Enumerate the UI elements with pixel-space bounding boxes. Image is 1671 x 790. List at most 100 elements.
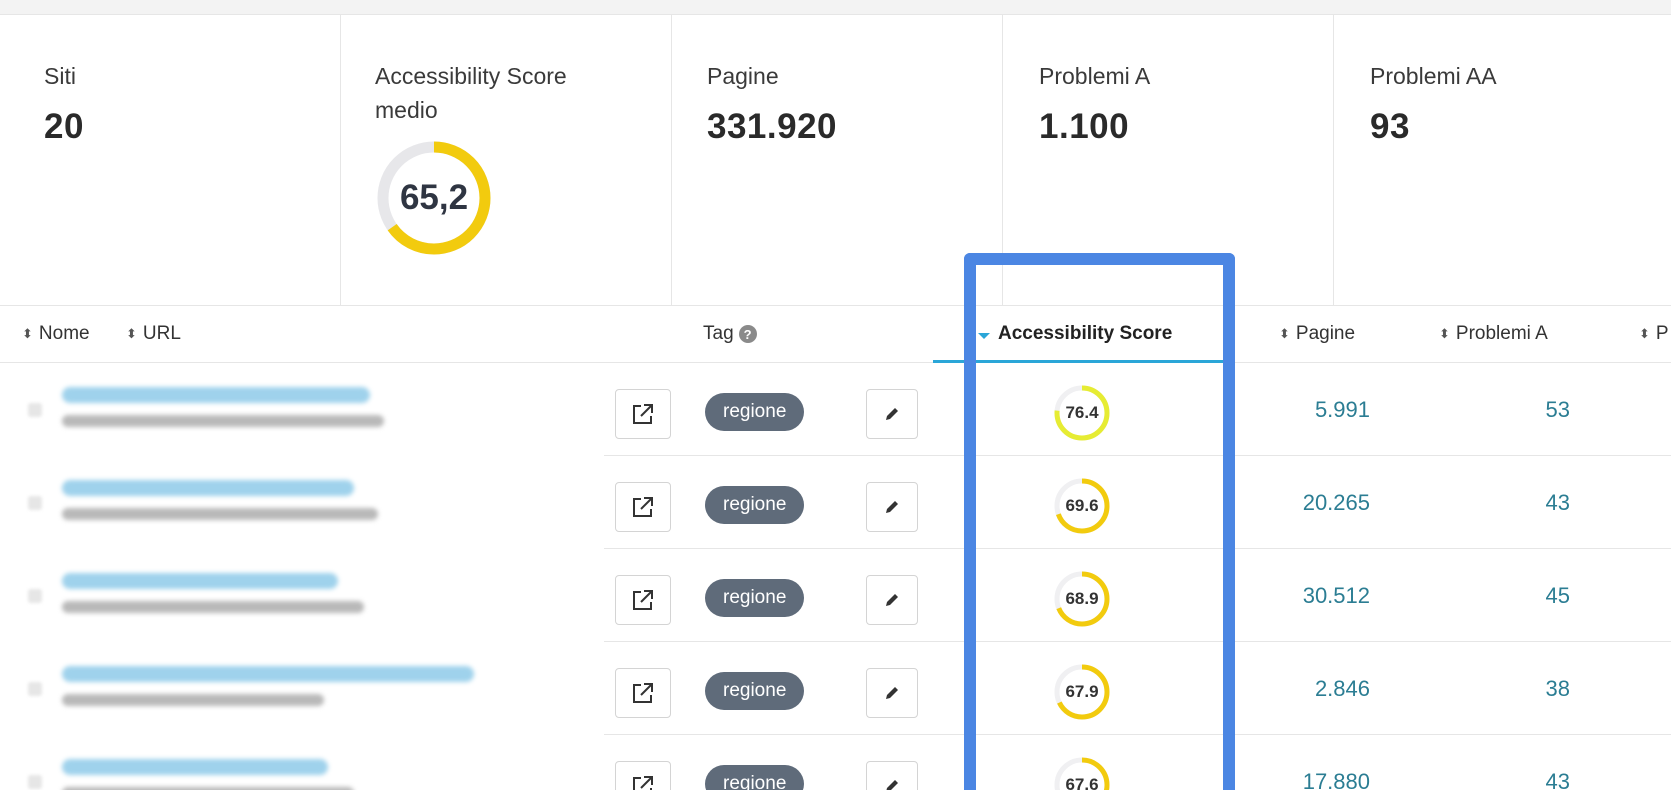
external-link-icon <box>633 683 653 703</box>
site-url-blurred <box>62 508 378 520</box>
column-header-accessibility-score[interactable]: Accessibility Score <box>978 306 1172 362</box>
pencil-icon <box>886 594 898 606</box>
row-checkbox[interactable] <box>28 682 42 696</box>
external-link-icon <box>633 776 653 790</box>
stat-label: Problemi AA <box>1370 63 1497 89</box>
pencil-icon <box>886 780 898 790</box>
site-url-blurred <box>62 694 324 706</box>
edit-tag-button[interactable] <box>866 761 918 790</box>
column-label: Accessibility Score <box>998 323 1173 344</box>
site-name-link-blurred[interactable] <box>62 666 474 682</box>
table-row[interactable]: regione 76.4 5.991 53 <box>0 363 1671 456</box>
problemi-a-link[interactable]: 38 <box>1490 642 1570 735</box>
stat-value: 20 <box>44 107 84 146</box>
stat-label: Pagine <box>707 63 779 89</box>
pencil-icon <box>886 501 898 513</box>
sort-desc-icon <box>978 332 990 339</box>
sort-icon: ⬍ <box>1639 326 1650 341</box>
edit-tag-button[interactable] <box>866 575 918 625</box>
table-row[interactable]: regione 69.6 20.265 43 <box>0 456 1671 549</box>
site-name-link-blurred[interactable] <box>62 480 354 496</box>
column-label: Nome <box>38 323 90 344</box>
column-label: Tag <box>703 323 734 344</box>
tag-badge[interactable]: regione <box>705 486 805 524</box>
site-url-blurred <box>62 601 364 613</box>
row-checkbox[interactable] <box>28 589 42 603</box>
row-checkbox[interactable] <box>28 496 42 510</box>
score-value: 69.6 <box>1065 496 1099 515</box>
site-name-link-blurred[interactable] <box>62 759 328 775</box>
stat-label: Accessibility Score medio <box>375 63 567 123</box>
column-label: Pagine <box>1295 323 1356 344</box>
pencil-icon <box>886 408 898 420</box>
problemi-a-link[interactable]: 53 <box>1490 363 1570 456</box>
open-site-button[interactable] <box>615 389 671 439</box>
stat-value: 93 <box>1370 107 1410 146</box>
column-header-truncated[interactable]: ⬍ P <box>1639 306 1669 362</box>
stats-panel: Siti 20 Accessibility Score medio Pagine… <box>0 14 1671 305</box>
table-row[interactable]: regione 67.6 17.880 43 <box>0 735 1671 790</box>
problemi-a-link[interactable]: 43 <box>1490 735 1570 790</box>
edit-tag-button[interactable] <box>866 482 918 532</box>
open-site-button[interactable] <box>615 668 671 718</box>
question-circle-icon[interactable]: ? <box>738 325 757 343</box>
column-label: Problemi A <box>1455 323 1548 344</box>
stat-problemi-aa: Problemi AA 93 <box>1334 15 1671 305</box>
column-header-pagine[interactable]: ⬍ Pagine <box>1279 306 1355 362</box>
sort-icon: ⬍ <box>22 326 33 341</box>
score-value: 67.6 <box>1065 775 1099 790</box>
column-label: URL <box>142 323 181 344</box>
column-header-problemi-a[interactable]: ⬍ Problemi A <box>1439 306 1548 362</box>
external-link-icon <box>633 404 653 424</box>
edit-tag-button[interactable] <box>866 668 918 718</box>
tag-badge[interactable]: regione <box>705 393 805 431</box>
sort-icon: ⬍ <box>126 326 137 341</box>
pagine-link[interactable]: 20.265 <box>1260 456 1370 549</box>
site-cell <box>0 363 604 456</box>
site-name-link-blurred[interactable] <box>62 573 338 589</box>
edit-tag-button[interactable] <box>866 389 918 439</box>
open-site-button[interactable] <box>615 575 671 625</box>
tag-badge[interactable]: regione <box>705 672 805 710</box>
open-site-button[interactable] <box>615 761 671 790</box>
column-label: P <box>1655 323 1669 344</box>
column-header-url[interactable]: ⬍ URL <box>126 306 181 362</box>
tag-badge[interactable]: regione <box>705 765 805 790</box>
row-checkbox[interactable] <box>28 403 42 417</box>
external-link-icon <box>633 590 653 610</box>
score-value: 76.4 <box>1065 403 1099 422</box>
score-value: 68.9 <box>1065 589 1099 608</box>
site-cell <box>0 549 604 642</box>
stat-value: 331.920 <box>707 107 838 146</box>
site-cell <box>0 735 604 790</box>
average-score-value: 65,2 <box>399 178 469 217</box>
problemi-a-link[interactable]: 45 <box>1490 549 1570 642</box>
score-value: 67.9 <box>1065 682 1099 701</box>
stat-value: 1.100 <box>1039 107 1130 146</box>
pagine-link[interactable]: 5.991 <box>1260 363 1370 456</box>
table-row[interactable]: regione 67.9 2.846 38 <box>0 642 1671 735</box>
stat-pagine: Pagine 331.920 <box>672 15 1003 305</box>
stat-siti: Siti 20 <box>0 15 341 305</box>
site-url-blurred <box>62 415 384 427</box>
tag-badge[interactable]: regione <box>705 579 805 617</box>
stat-label: Problemi A <box>1039 63 1151 89</box>
site-name-link-blurred[interactable] <box>62 387 370 403</box>
sort-icon: ⬍ <box>1439 326 1450 341</box>
table-row[interactable]: regione 68.9 30.512 45 <box>0 549 1671 642</box>
row-checkbox[interactable] <box>28 775 42 789</box>
site-cell <box>0 456 604 549</box>
column-header-tag: Tag ? <box>703 306 757 362</box>
pagine-link[interactable]: 30.512 <box>1260 549 1370 642</box>
problemi-a-link[interactable]: 43 <box>1490 456 1570 549</box>
top-bar <box>0 0 1671 14</box>
open-site-button[interactable] <box>615 482 671 532</box>
table-header: ⬍ Nome ⬍ URL Tag ? Accessibility Score ⬍… <box>0 305 1671 363</box>
stat-problemi-a: Problemi A 1.100 <box>1003 15 1334 305</box>
pagine-link[interactable]: 17.880 <box>1260 735 1370 790</box>
pagine-link[interactable]: 2.846 <box>1260 642 1370 735</box>
column-header-nome[interactable]: ⬍ Nome <box>22 306 90 362</box>
stat-label: Siti <box>44 63 76 89</box>
site-cell <box>0 642 604 735</box>
pencil-icon <box>886 687 898 699</box>
